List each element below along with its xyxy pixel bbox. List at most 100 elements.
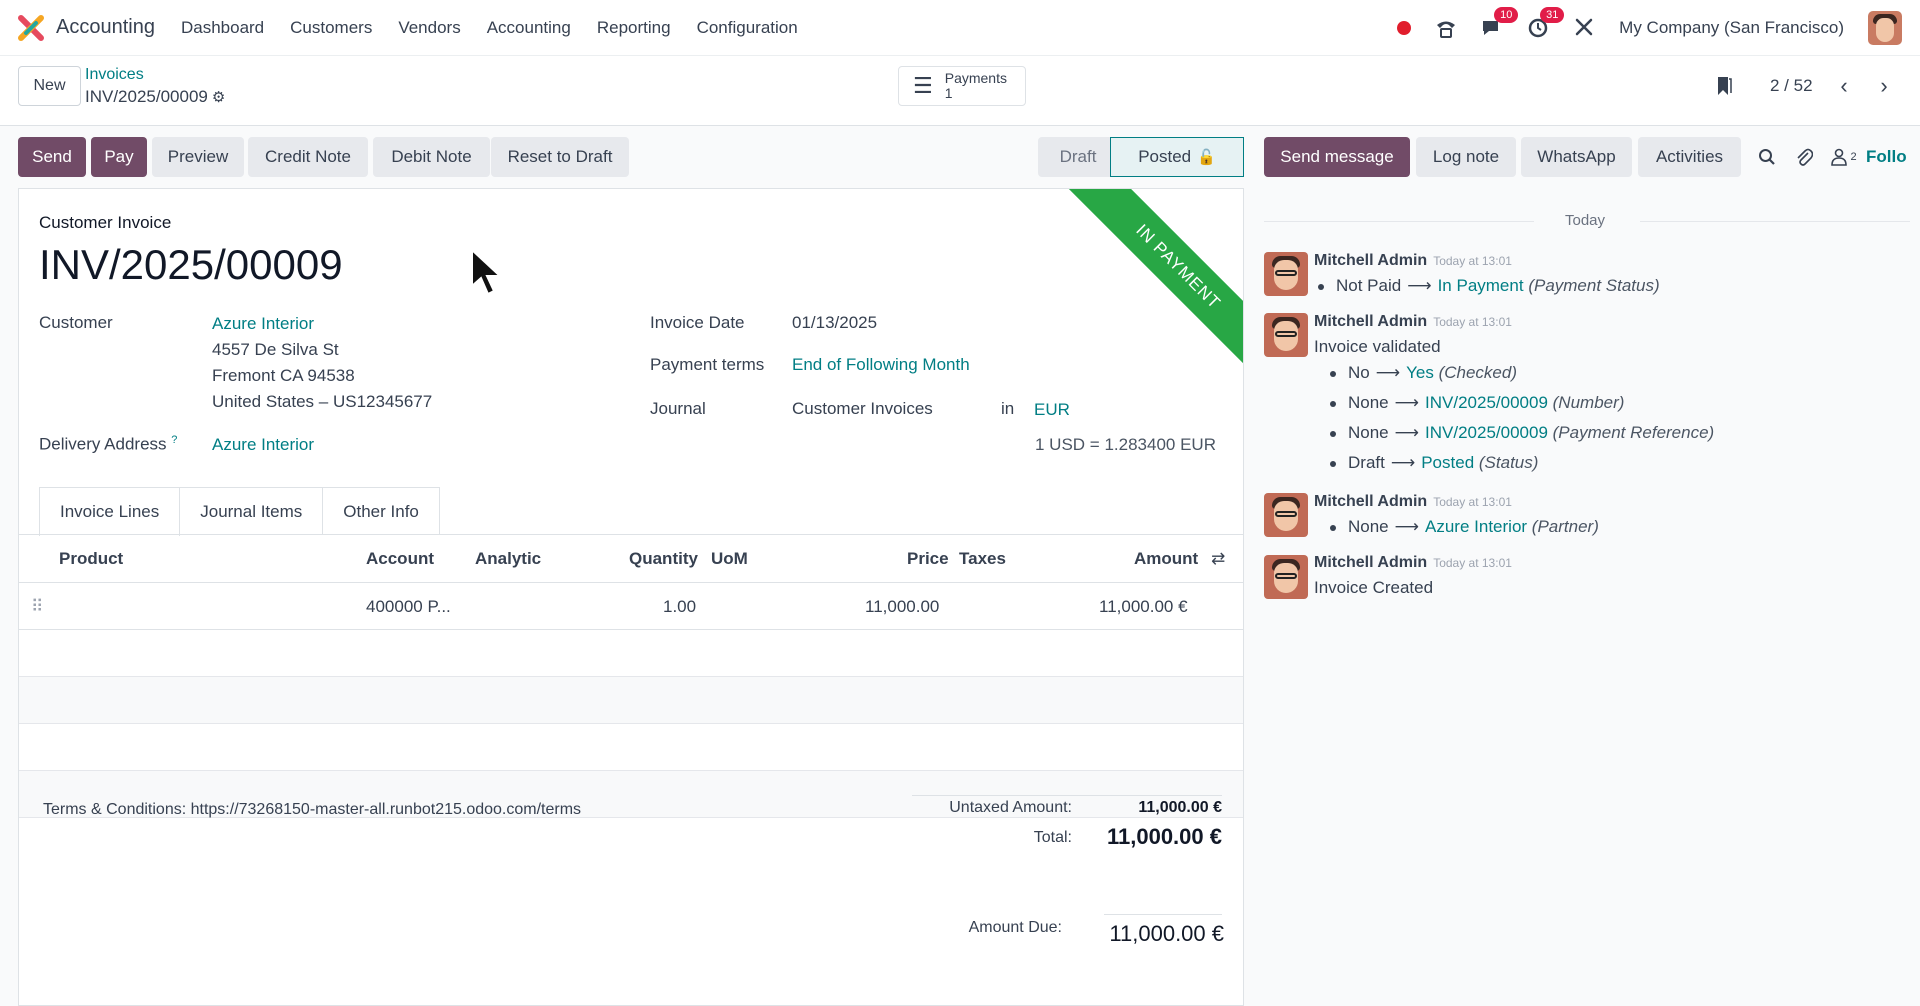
change-to: In Payment: [1437, 276, 1524, 295]
message-author[interactable]: Mitchell Admin Today at 13:01: [1314, 493, 1512, 511]
delivery-address-label: Delivery Address ?: [39, 434, 177, 455]
tab-journal-items[interactable]: Journal Items: [179, 487, 324, 535]
invoice-sheet: IN PAYMENT Customer Invoice INV/2025/000…: [18, 188, 1244, 1006]
bullet: [1318, 283, 1324, 290]
menu-customers[interactable]: Customers: [290, 18, 372, 38]
pager-previous-icon[interactable]: ‹: [1826, 68, 1862, 104]
cell-quantity[interactable]: 1.00: [663, 597, 696, 617]
column-settings-icon[interactable]: ⇄: [1211, 549, 1225, 569]
payments-count: 1: [944, 85, 953, 101]
pager-next-icon[interactable]: ›: [1866, 68, 1902, 104]
recording-indicator-icon[interactable]: [1397, 20, 1412, 35]
menu-dashboard[interactable]: Dashboard: [181, 18, 264, 38]
menu-accounting[interactable]: Accounting: [487, 18, 571, 38]
debit-note-button[interactable]: Debit Note: [373, 137, 490, 177]
tracking-change: None ⟶ INV/2025/00009 (Number): [1330, 393, 1624, 413]
message-author[interactable]: Mitchell Admin Today at 13:01: [1314, 252, 1512, 270]
change-to: Posted: [1421, 453, 1475, 472]
search-icon[interactable]: [1753, 137, 1781, 177]
avatar[interactable]: [1264, 493, 1308, 537]
chatter-actions: Send message Log note WhatsApp Activitie…: [1250, 126, 1920, 188]
tracking-change: Not Paid ⟶ In Payment (Payment Status): [1318, 276, 1660, 296]
message-time: Today at 13:01: [1433, 495, 1512, 509]
totals-divider: [912, 795, 1222, 796]
send-message-button[interactable]: Send message: [1264, 137, 1410, 177]
gear-icon[interactable]: ⚙: [212, 89, 225, 106]
send-button[interactable]: Send: [18, 137, 86, 177]
col-product[interactable]: Product: [59, 549, 123, 569]
user-avatar[interactable]: [1868, 10, 1902, 45]
tools-icon[interactable]: [1573, 17, 1595, 39]
due-divider: [1104, 914, 1222, 915]
col-quantity[interactable]: Quantity: [629, 549, 698, 569]
preview-button[interactable]: Preview: [152, 137, 244, 177]
paperclip-icon[interactable]: [1790, 137, 1818, 177]
payments-label: Payments: [944, 70, 1007, 86]
pager-value[interactable]: 2 / 52: [1770, 76, 1813, 96]
pay-button[interactable]: Pay: [91, 137, 147, 177]
menu-vendors[interactable]: Vendors: [398, 18, 460, 38]
phone-icon[interactable]: [1435, 17, 1457, 39]
bullet: [1330, 460, 1336, 467]
col-analytic[interactable]: Analytic: [475, 549, 541, 569]
payments-smart-button[interactable]: ☰ Payments 1: [898, 66, 1026, 106]
bullet: [1330, 524, 1336, 531]
avatar[interactable]: [1264, 313, 1308, 357]
status-draft[interactable]: Draft: [1038, 137, 1118, 177]
message-author[interactable]: Mitchell Admin Today at 13:01: [1314, 554, 1512, 572]
table-row-empty: [19, 630, 1243, 677]
address-line-1: 4557 De Silva St: [212, 340, 339, 359]
help-icon[interactable]: ?: [171, 434, 177, 446]
table-row[interactable]: ⠿ 400000 P... 1.00 11,000.00 11,000.00 €: [19, 583, 1243, 630]
currency-link[interactable]: EUR: [1034, 400, 1070, 420]
col-account[interactable]: Account: [366, 549, 434, 569]
company-switcher[interactable]: My Company (San Francisco): [1619, 18, 1844, 38]
activities-button[interactable]: Activities: [1638, 137, 1741, 177]
breadcrumb-current: INV/2025/00009 ⚙: [85, 87, 225, 107]
col-price[interactable]: Price: [907, 549, 949, 569]
apps-menu-icon[interactable]: [18, 14, 44, 41]
delivery-address-link[interactable]: Azure Interior: [212, 435, 314, 455]
payment-terms-link[interactable]: End of Following Month: [792, 355, 970, 375]
invoice-type-label: Customer Invoice: [39, 213, 172, 232]
tab-other-info[interactable]: Other Info: [322, 487, 440, 535]
breadcrumb-invoices[interactable]: Invoices: [85, 66, 144, 84]
invoice-date-label: Invoice Date: [650, 313, 745, 332]
journal-label: Journal: [650, 399, 706, 418]
unlock-icon: 🔓: [1197, 149, 1216, 166]
col-amount[interactable]: Amount: [1134, 549, 1198, 569]
followers-count: 2: [1850, 151, 1857, 163]
table-row-empty: [19, 724, 1243, 771]
avatar[interactable]: [1264, 252, 1308, 296]
message-author-name: Mitchell Admin: [1314, 252, 1428, 269]
messages-icon[interactable]: 10: [1481, 6, 1519, 39]
invoice-date-field[interactable]: 01/13/2025: [792, 313, 877, 333]
credit-note-button[interactable]: Credit Note: [248, 137, 368, 177]
invoice-number: INV/2025/00009: [39, 241, 343, 288]
app-title[interactable]: Accounting: [56, 16, 155, 39]
col-taxes[interactable]: Taxes: [959, 549, 1006, 569]
menu-configuration[interactable]: Configuration: [697, 18, 798, 38]
total-amount: 11,000.00 €: [1106, 824, 1222, 849]
message-author[interactable]: Mitchell Admin Today at 13:01: [1314, 313, 1512, 331]
status-posted[interactable]: Posted 🔓: [1110, 137, 1244, 177]
delivery-address-label-text: Delivery Address: [39, 434, 167, 454]
followers-icon[interactable]: 2: [1826, 137, 1862, 177]
log-note-button[interactable]: Log note: [1416, 137, 1516, 177]
customer-link[interactable]: Azure Interior: [212, 314, 314, 334]
whatsapp-button[interactable]: WhatsApp: [1521, 137, 1632, 177]
new-button[interactable]: New: [18, 66, 81, 106]
drag-handle-icon[interactable]: ⠿: [31, 597, 43, 617]
bookmark-icon[interactable]: [1716, 76, 1732, 101]
cell-account[interactable]: 400000 P...: [366, 597, 451, 617]
follow-button[interactable]: Follo: [1866, 137, 1920, 177]
activities-clock-icon[interactable]: 31: [1527, 6, 1565, 39]
reset-to-draft-button[interactable]: Reset to Draft: [491, 137, 629, 177]
journal-field[interactable]: Customer Invoices: [792, 399, 933, 419]
tab-invoice-lines[interactable]: Invoice Lines: [39, 487, 181, 536]
col-uom[interactable]: UoM: [711, 549, 748, 569]
cell-price[interactable]: 11,000.00: [865, 597, 939, 617]
menu-reporting[interactable]: Reporting: [597, 18, 671, 38]
table-row-empty: [19, 677, 1243, 724]
avatar[interactable]: [1264, 555, 1308, 599]
